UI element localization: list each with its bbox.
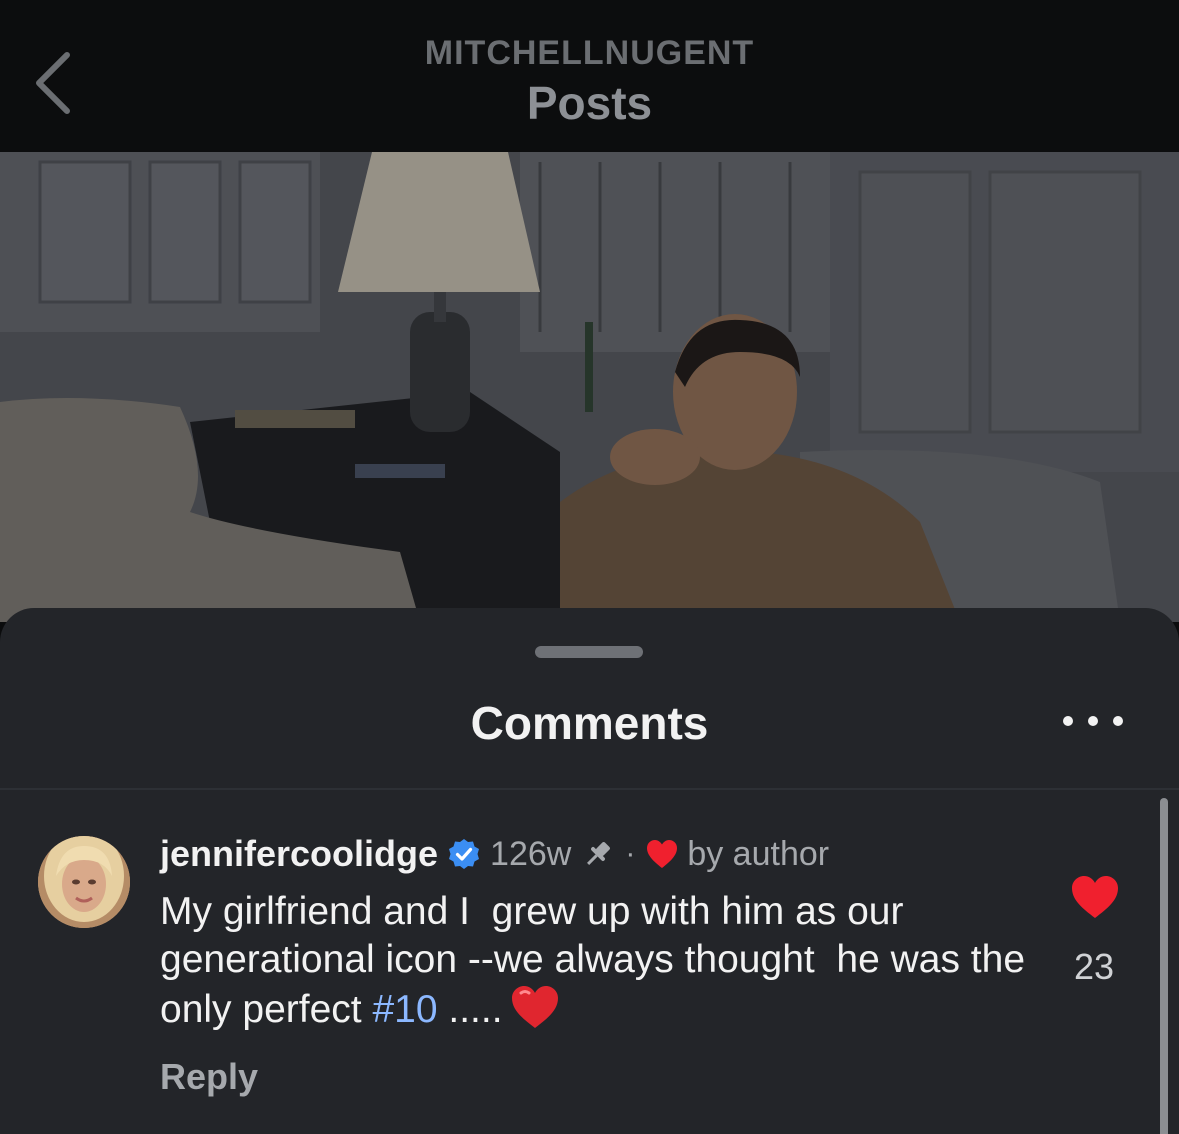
- verified-badge-icon: [448, 838, 480, 870]
- sheet-grabber[interactable]: [535, 646, 643, 658]
- pin-icon: [581, 837, 615, 871]
- comments-title: Comments: [470, 697, 709, 749]
- ellipsis-icon: [1113, 716, 1123, 726]
- account-username: MITCHELLNUGENT: [424, 34, 755, 72]
- comment-timestamp: 126w: [490, 834, 572, 873]
- meta-separator: ·: [625, 837, 636, 870]
- author-liked-heart-icon: [645, 838, 679, 870]
- comment-text-part: .....: [437, 988, 503, 1031]
- avatar[interactable]: [38, 836, 130, 928]
- ellipsis-icon: [1088, 716, 1098, 726]
- like-button[interactable]: [1070, 874, 1120, 920]
- page-title: Posts: [526, 77, 653, 129]
- comment-header: jennifercoolidge 126w · by author: [160, 832, 829, 876]
- instagram-comments-screen: MITCHELLNUGENT Posts Comments jenniferco…: [0, 0, 1179, 1134]
- liked-by-author-label: by author: [687, 834, 830, 873]
- comment-hashtag[interactable]: #10: [372, 988, 437, 1031]
- red-heart-emoji-icon: [509, 984, 561, 1030]
- scrollbar[interactable]: [1160, 798, 1168, 1134]
- top-nav-bar: MITCHELLNUGENT Posts: [0, 0, 1179, 152]
- comment-username[interactable]: jennifercoolidge: [160, 833, 438, 875]
- comment-text-part: My girlfriend and I grew up with him as …: [160, 890, 1036, 1031]
- heart-filled-icon: [1072, 876, 1118, 918]
- more-options-button[interactable]: [1063, 706, 1123, 736]
- comment-body: My girlfriend and I grew up with him as …: [160, 888, 1030, 1034]
- ellipsis-icon: [1063, 716, 1073, 726]
- like-count: 23: [1073, 946, 1115, 987]
- post-image[interactable]: [0, 152, 1179, 622]
- header-divider: [0, 788, 1179, 790]
- comments-sheet: Comments jennifercoolidge 126w · by auth…: [0, 608, 1179, 1134]
- reply-button[interactable]: Reply: [160, 1056, 258, 1098]
